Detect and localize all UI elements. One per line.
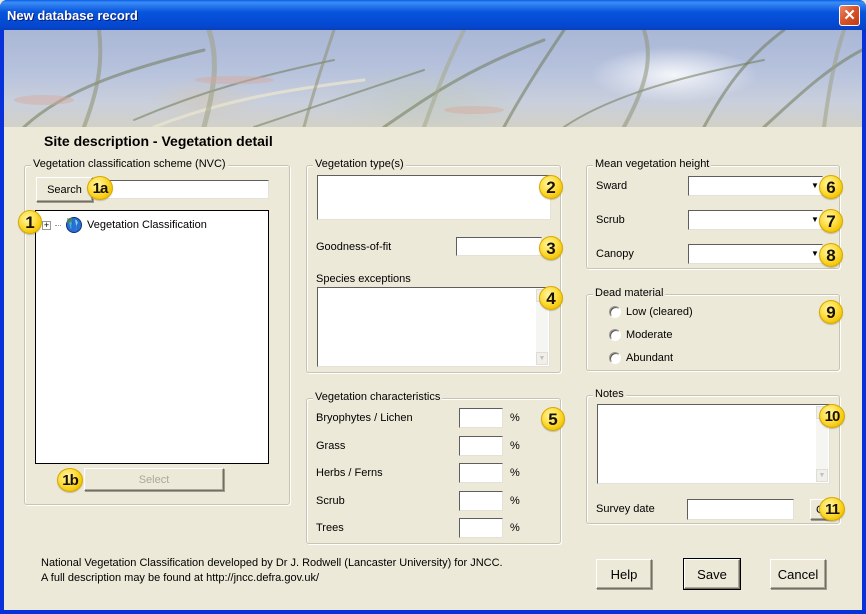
survey-date-label: Survey date (596, 503, 655, 515)
tree-node-label: Vegetation Classification (87, 219, 207, 231)
survey-date-field[interactable] (687, 499, 794, 520)
grass-unit: % (510, 440, 520, 452)
radio-button[interactable] (609, 306, 621, 318)
tree-node-vegetation-classification[interactable]: + Vegetation Classification (42, 216, 207, 234)
search-input[interactable] (92, 180, 269, 199)
callout-9: 9 (819, 300, 843, 324)
goodness-of-fit-label: Goodness-of-fit (316, 241, 392, 253)
notes-legend: Notes (593, 388, 626, 400)
callout-6: 6 (819, 175, 843, 199)
vegetation-types-field[interactable] (317, 175, 551, 220)
scroll-down-icon[interactable]: ▼ (536, 352, 548, 365)
dead-material-legend: Dead material (593, 287, 666, 299)
callout-4: 4 (539, 286, 563, 310)
herbs-ferns-unit: % (510, 467, 520, 479)
mean-height-legend: Mean vegetation height (593, 158, 712, 170)
herbs-ferns-field[interactable] (459, 463, 503, 483)
close-icon: ✕ (843, 7, 856, 24)
trees-unit: % (510, 522, 520, 534)
vegetation-tree[interactable]: + Vegetation Classification (35, 210, 269, 464)
radio-moderate[interactable]: Moderate (609, 329, 672, 341)
callout-5: 5 (541, 407, 565, 431)
bryophytes-unit: % (510, 412, 520, 424)
trees-label: Trees (316, 522, 344, 534)
vegetation-types-legend: Vegetation type(s) (313, 158, 406, 170)
close-button[interactable]: ✕ (839, 5, 860, 26)
grass-banner-graphic (14, 30, 862, 127)
window-title: New database record (7, 8, 138, 23)
scrub-cover-field[interactable] (459, 491, 503, 511)
dialog-window: New database record ✕ Site description -… (0, 0, 866, 614)
scrub-height-dropdown[interactable]: ▼ (688, 210, 823, 230)
callout-1: 1 (18, 210, 42, 234)
vegetation-characteristics-legend: Vegetation characteristics (313, 391, 443, 403)
callout-1a: 1a (87, 176, 113, 200)
canopy-label: Canopy (596, 248, 634, 260)
trees-field[interactable] (459, 518, 503, 538)
callout-8: 8 (819, 243, 843, 267)
scroll-down-icon[interactable]: ▼ (816, 469, 828, 482)
page-title: Site description - Vegetation detail (44, 133, 273, 149)
radio-button[interactable] (609, 329, 621, 341)
globe-icon (66, 217, 82, 233)
attribution-line-2: A full description may be found at http:… (41, 572, 320, 584)
scrub-cover-label: Scrub (316, 495, 345, 507)
callout-1b: 1b (57, 468, 83, 492)
tree-connector (55, 224, 61, 226)
herbs-ferns-label: Herbs / Ferns (316, 467, 383, 479)
notes-field[interactable]: ▲ ▼ (597, 404, 830, 484)
sward-dropdown[interactable]: ▼ (688, 176, 823, 196)
bryophytes-label: Bryophytes / Lichen (316, 412, 413, 424)
radio-abundant[interactable]: Abundant (609, 352, 673, 364)
cancel-button[interactable]: Cancel (770, 559, 826, 589)
dialog-client: Site description - Vegetation detail Veg… (4, 30, 862, 610)
scrub-height-label: Scrub (596, 214, 625, 226)
goodness-of-fit-field[interactable] (456, 237, 542, 256)
grass-label: Grass (316, 440, 346, 452)
help-button[interactable]: Help (596, 559, 652, 589)
callout-7: 7 (819, 209, 843, 233)
select-button[interactable]: Select (84, 468, 224, 491)
species-exceptions-field[interactable]: ▲ ▼ (317, 287, 550, 367)
tree-expand-icon[interactable]: + (42, 220, 51, 230)
scrub-cover-unit: % (510, 495, 520, 507)
title-bar[interactable]: New database record ✕ (0, 0, 866, 30)
nvc-attribution: National Vegetation Classification devel… (41, 556, 503, 586)
species-exceptions-label: Species exceptions (316, 273, 411, 285)
save-button[interactable]: Save (683, 558, 741, 590)
canopy-dropdown[interactable]: ▼ (688, 244, 823, 264)
attribution-line-1: National Vegetation Classification devel… (41, 557, 503, 569)
banner-image (4, 30, 862, 127)
grass-field[interactable] (459, 436, 503, 456)
sward-label: Sward (596, 180, 628, 192)
callout-10: 10 (819, 404, 845, 428)
callout-3: 3 (539, 236, 563, 260)
radio-button[interactable] (609, 352, 621, 364)
search-button[interactable]: Search (36, 177, 93, 202)
bryophytes-field[interactable] (459, 408, 503, 428)
callout-2: 2 (539, 175, 563, 199)
callout-11: 11 (819, 497, 845, 521)
radio-low-cleared[interactable]: Low (cleared) (609, 306, 693, 318)
nvc-group-legend: Vegetation classification scheme (NVC) (31, 158, 228, 170)
